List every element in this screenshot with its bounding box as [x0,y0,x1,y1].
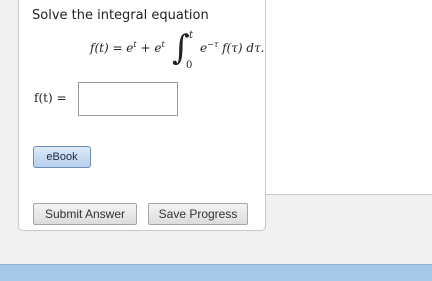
equation-lhs-text: f(t) = e [90,41,134,55]
integrand-exponent: −τ [207,40,219,49]
equation-lhs: f(t) = et + et [90,40,165,55]
integrand: e−τ f(τ) dτ. [200,40,264,55]
equation-plus-term: + e [136,41,162,55]
answer-input[interactable] [78,82,178,116]
integral-equation: f(t) = et + et ∫ t 0 e−τ f(τ) dτ. [90,28,290,74]
integral-upper-limit: t [189,30,194,41]
submit-answer-button[interactable]: Submit Answer [33,203,137,225]
bottom-bar [0,264,432,281]
save-progress-button[interactable]: Save Progress [148,203,248,225]
integral-lower-limit: 0 [186,60,193,71]
answer-label: f(t) = [34,91,67,105]
equation-exponent-2: t [161,40,165,49]
ebook-button[interactable]: eBook [33,146,91,168]
question-prompt: Solve the integral equation [32,8,209,23]
integrand-rest: f(τ) dτ. [222,41,265,55]
